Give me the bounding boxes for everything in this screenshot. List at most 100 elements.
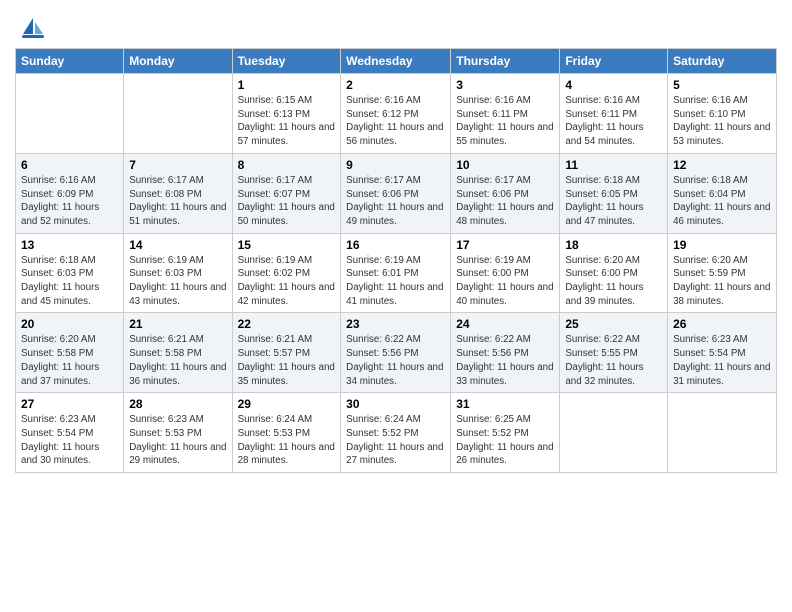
calendar-cell: 18 Sunrise: 6:20 AMSunset: 6:00 PMDayligh… (560, 233, 668, 313)
page: SundayMondayTuesdayWednesdayThursdayFrid… (0, 0, 792, 612)
day-info: Sunrise: 6:17 AMSunset: 6:07 PMDaylight:… (238, 174, 336, 229)
calendar-cell: 25 Sunrise: 6:22 AMSunset: 5:55 PMDayligh… (560, 313, 668, 393)
calendar-week-row: 6 Sunrise: 6:16 AMSunset: 6:09 PMDaylight… (16, 153, 777, 233)
day-number: 2 (346, 78, 445, 92)
day-number: 27 (21, 397, 118, 411)
day-number: 26 (673, 317, 771, 331)
day-number: 4 (565, 78, 662, 92)
day-info: Sunrise: 6:22 AMSunset: 5:56 PMDaylight:… (346, 333, 445, 388)
calendar-cell: 27 Sunrise: 6:23 AMSunset: 5:54 PMDayligh… (16, 393, 124, 473)
calendar-cell: 16 Sunrise: 6:19 AMSunset: 6:01 PMDayligh… (341, 233, 451, 313)
calendar-cell: 14 Sunrise: 6:19 AMSunset: 6:03 PMDayligh… (124, 233, 232, 313)
calendar-cell (16, 74, 124, 154)
weekday-header: Tuesday (232, 49, 341, 74)
day-number: 12 (673, 158, 771, 172)
day-info: Sunrise: 6:17 AMSunset: 6:06 PMDaylight:… (346, 174, 445, 229)
day-info: Sunrise: 6:20 AMSunset: 5:59 PMDaylight:… (673, 254, 771, 309)
day-number: 3 (456, 78, 554, 92)
day-number: 20 (21, 317, 118, 331)
weekday-header: Friday (560, 49, 668, 74)
day-info: Sunrise: 6:24 AMSunset: 5:52 PMDaylight:… (346, 413, 445, 468)
day-info: Sunrise: 6:16 AMSunset: 6:12 PMDaylight:… (346, 94, 445, 149)
calendar-cell: 12 Sunrise: 6:18 AMSunset: 6:04 PMDayligh… (668, 153, 777, 233)
day-info: Sunrise: 6:16 AMSunset: 6:11 PMDaylight:… (565, 94, 662, 149)
calendar-cell: 31 Sunrise: 6:25 AMSunset: 5:52 PMDayligh… (451, 393, 560, 473)
calendar-table: SundayMondayTuesdayWednesdayThursdayFrid… (15, 48, 777, 473)
day-number: 25 (565, 317, 662, 331)
day-number: 7 (129, 158, 226, 172)
day-info: Sunrise: 6:16 AMSunset: 6:10 PMDaylight:… (673, 94, 771, 149)
day-number: 6 (21, 158, 118, 172)
calendar-cell: 2 Sunrise: 6:16 AMSunset: 6:12 PMDaylight… (341, 74, 451, 154)
day-number: 17 (456, 238, 554, 252)
day-info: Sunrise: 6:20 AMSunset: 5:58 PMDaylight:… (21, 333, 118, 388)
day-number: 31 (456, 397, 554, 411)
day-number: 30 (346, 397, 445, 411)
day-number: 29 (238, 397, 336, 411)
day-info: Sunrise: 6:19 AMSunset: 6:02 PMDaylight:… (238, 254, 336, 309)
day-info: Sunrise: 6:19 AMSunset: 6:03 PMDaylight:… (129, 254, 226, 309)
day-info: Sunrise: 6:23 AMSunset: 5:54 PMDaylight:… (673, 333, 771, 388)
day-info: Sunrise: 6:18 AMSunset: 6:04 PMDaylight:… (673, 174, 771, 229)
day-number: 28 (129, 397, 226, 411)
day-info: Sunrise: 6:16 AMSunset: 6:11 PMDaylight:… (456, 94, 554, 149)
calendar-week-row: 20 Sunrise: 6:20 AMSunset: 5:58 PMDayligh… (16, 313, 777, 393)
day-info: Sunrise: 6:17 AMSunset: 6:08 PMDaylight:… (129, 174, 226, 229)
day-number: 19 (673, 238, 771, 252)
day-number: 18 (565, 238, 662, 252)
day-number: 10 (456, 158, 554, 172)
calendar-cell: 11 Sunrise: 6:18 AMSunset: 6:05 PMDayligh… (560, 153, 668, 233)
calendar-cell: 7 Sunrise: 6:17 AMSunset: 6:08 PMDaylight… (124, 153, 232, 233)
calendar-cell: 28 Sunrise: 6:23 AMSunset: 5:53 PMDayligh… (124, 393, 232, 473)
day-info: Sunrise: 6:22 AMSunset: 5:55 PMDaylight:… (565, 333, 662, 388)
calendar-week-row: 27 Sunrise: 6:23 AMSunset: 5:54 PMDayligh… (16, 393, 777, 473)
calendar-cell: 15Sunrise: 6:19 AMSunset: 6:02 PMDayligh… (232, 233, 341, 313)
calendar-cell (668, 393, 777, 473)
day-info: Sunrise: 6:23 AMSunset: 5:53 PMDaylight:… (129, 413, 226, 468)
calendar-cell (560, 393, 668, 473)
calendar-cell: 24Sunrise: 6:22 AMSunset: 5:56 PMDayligh… (451, 313, 560, 393)
day-info: Sunrise: 6:21 AMSunset: 5:58 PMDaylight:… (129, 333, 226, 388)
day-info: Sunrise: 6:17 AMSunset: 6:06 PMDaylight:… (456, 174, 554, 229)
day-number: 8 (238, 158, 336, 172)
calendar-cell: 1Sunrise: 6:15 AMSunset: 6:13 PMDaylight… (232, 74, 341, 154)
calendar-cell: 20 Sunrise: 6:20 AMSunset: 5:58 PMDayligh… (16, 313, 124, 393)
header (15, 10, 777, 42)
calendar-cell: 9Sunrise: 6:17 AMSunset: 6:06 PMDaylight… (341, 153, 451, 233)
calendar-week-row: 1Sunrise: 6:15 AMSunset: 6:13 PMDaylight… (16, 74, 777, 154)
calendar-cell: 29 Sunrise: 6:24 AMSunset: 5:53 PMDayligh… (232, 393, 341, 473)
day-info: Sunrise: 6:16 AMSunset: 6:09 PMDaylight:… (21, 174, 118, 229)
calendar-cell: 17 Sunrise: 6:19 AMSunset: 6:00 PMDayligh… (451, 233, 560, 313)
weekday-header: Sunday (16, 49, 124, 74)
calendar-cell: 22 Sunrise: 6:21 AMSunset: 5:57 PMDayligh… (232, 313, 341, 393)
day-info: Sunrise: 6:18 AMSunset: 6:05 PMDaylight:… (565, 174, 662, 229)
calendar-cell: 10 Sunrise: 6:17 AMSunset: 6:06 PMDayligh… (451, 153, 560, 233)
calendar-cell: 8 Sunrise: 6:17 AMSunset: 6:07 PMDaylight… (232, 153, 341, 233)
day-number: 5 (673, 78, 771, 92)
day-number: 16 (346, 238, 445, 252)
day-number: 21 (129, 317, 226, 331)
day-info: Sunrise: 6:21 AMSunset: 5:57 PMDaylight:… (238, 333, 336, 388)
day-info: Sunrise: 6:23 AMSunset: 5:54 PMDaylight:… (21, 413, 118, 468)
day-number: 11 (565, 158, 662, 172)
day-info: Sunrise: 6:25 AMSunset: 5:52 PMDaylight:… (456, 413, 554, 468)
calendar-cell: 30 Sunrise: 6:24 AMSunset: 5:52 PMDayligh… (341, 393, 451, 473)
day-number: 22 (238, 317, 336, 331)
calendar-cell: 21 Sunrise: 6:21 AMSunset: 5:58 PMDayligh… (124, 313, 232, 393)
calendar-header-row: SundayMondayTuesdayWednesdayThursdayFrid… (16, 49, 777, 74)
day-number: 14 (129, 238, 226, 252)
day-number: 13 (21, 238, 118, 252)
day-number: 1 (238, 78, 336, 92)
calendar-week-row: 13 Sunrise: 6:18 AMSunset: 6:03 PMDayligh… (16, 233, 777, 313)
day-info: Sunrise: 6:20 AMSunset: 6:00 PMDaylight:… (565, 254, 662, 309)
calendar-cell: 5 Sunrise: 6:16 AMSunset: 6:10 PMDaylight… (668, 74, 777, 154)
day-info: Sunrise: 6:18 AMSunset: 6:03 PMDaylight:… (21, 254, 118, 309)
logo-icon (19, 14, 47, 42)
day-info: Sunrise: 6:24 AMSunset: 5:53 PMDaylight:… (238, 413, 336, 468)
calendar-cell: 4 Sunrise: 6:16 AMSunset: 6:11 PMDaylight… (560, 74, 668, 154)
day-info: Sunrise: 6:19 AMSunset: 6:00 PMDaylight:… (456, 254, 554, 309)
weekday-header: Saturday (668, 49, 777, 74)
day-number: 24 (456, 317, 554, 331)
day-info: Sunrise: 6:19 AMSunset: 6:01 PMDaylight:… (346, 254, 445, 309)
weekday-header: Thursday (451, 49, 560, 74)
